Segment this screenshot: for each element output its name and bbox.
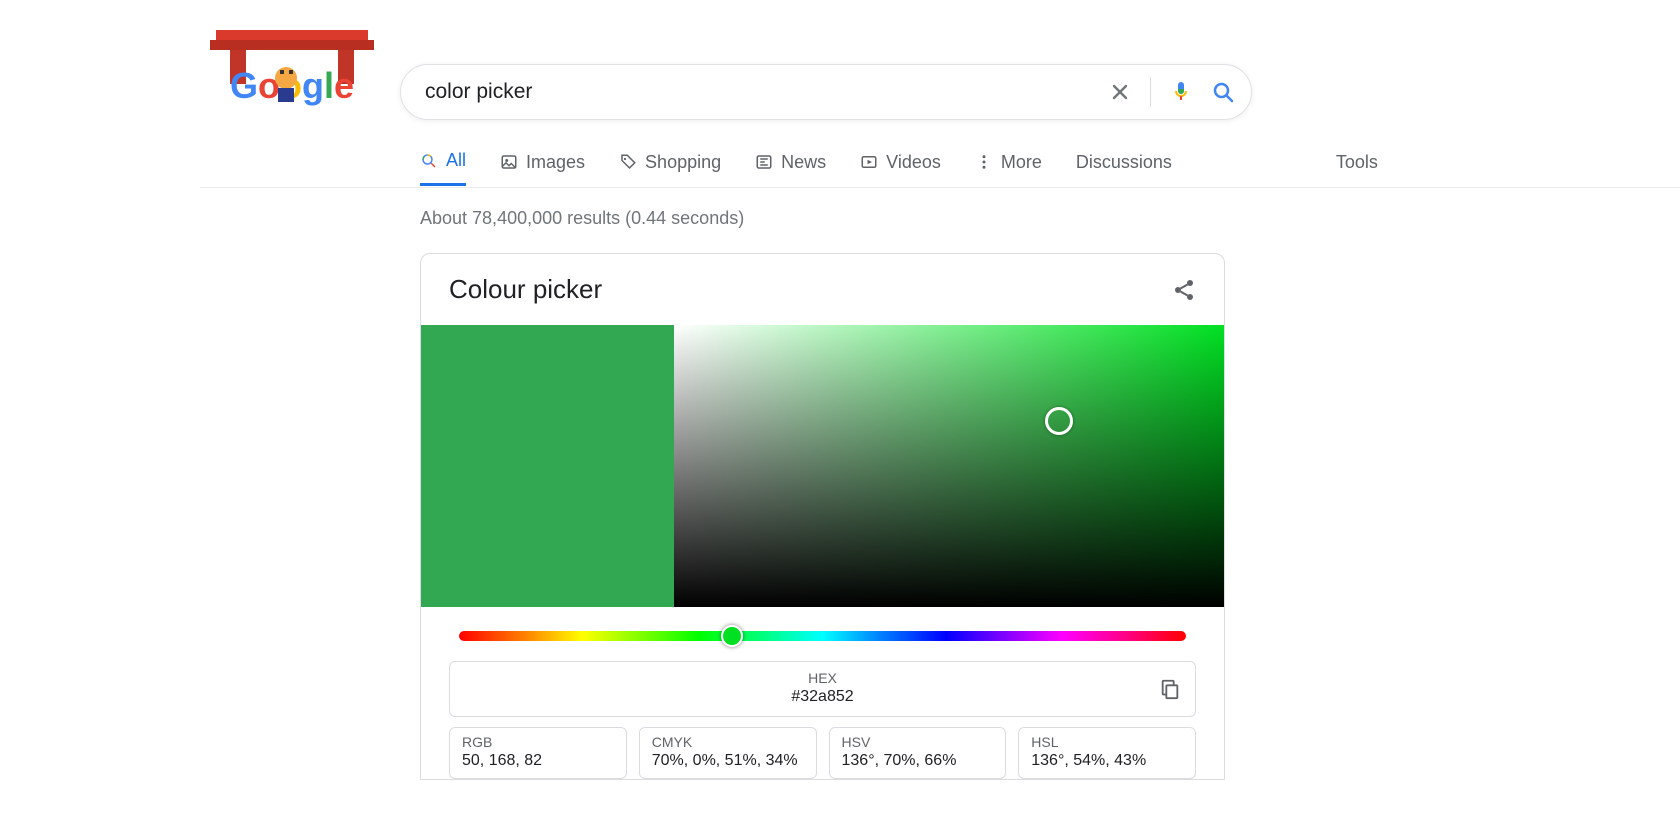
sv-handle[interactable] [1045,407,1073,435]
cmyk-field[interactable]: CMYK 70%, 0%, 51%, 34% [639,727,817,779]
hsl-label: HSL [1031,734,1183,750]
tab-all[interactable]: All [420,150,466,186]
hue-handle[interactable] [721,625,743,647]
rgb-field[interactable]: RGB 50, 168, 82 [449,727,627,779]
tag-icon [619,153,637,171]
divider [1150,77,1151,107]
tab-videos[interactable]: Videos [860,152,941,185]
tab-more[interactable]: More [975,152,1042,185]
tab-news[interactable]: News [755,152,826,185]
google-doodle-logo[interactable]: Google [195,25,395,115]
tab-label: Images [526,152,585,173]
rgb-value: 50, 168, 82 [462,752,614,770]
hsv-field[interactable]: HSV 136°, 70%, 66% [829,727,1007,779]
card-title: Colour picker [449,274,602,305]
color-swatch [421,325,674,607]
hsv-value: 136°, 70%, 66% [842,752,994,770]
image-icon [500,153,518,171]
rgb-label: RGB [462,734,614,750]
tab-label: News [781,152,826,173]
mic-icon[interactable] [1169,80,1193,104]
search-icon[interactable] [1211,80,1235,104]
search-small-icon [420,152,438,170]
share-icon[interactable] [1172,278,1196,302]
color-picker-card: Colour picker HEX #32a852 RGB 50, 168, 8… [420,253,1225,780]
video-icon [860,153,878,171]
tab-shopping[interactable]: Shopping [619,152,721,185]
search-tabs: All Images Shopping News Videos More Dis… [420,148,1680,188]
tab-label: Tools [1336,152,1378,173]
hex-label: HEX [464,670,1181,686]
tab-label: All [446,150,466,171]
news-icon [755,153,773,171]
saturation-value-area[interactable] [674,325,1224,607]
copy-icon[interactable] [1159,678,1181,700]
more-icon [975,153,993,171]
tab-images[interactable]: Images [500,152,585,185]
tab-label: Discussions [1076,152,1172,173]
result-stats: About 78,400,000 results (0.44 seconds) [420,208,1680,229]
hex-field[interactable]: HEX #32a852 [449,661,1196,717]
divider [200,187,1680,188]
cmyk-value: 70%, 0%, 51%, 34% [652,752,804,770]
tab-label: Videos [886,152,941,173]
hsl-field[interactable]: HSL 136°, 54%, 43% [1018,727,1196,779]
hsv-label: HSV [842,734,994,750]
hsl-value: 136°, 54%, 43% [1031,752,1183,770]
search-input[interactable] [425,80,1108,104]
tab-discussions[interactable]: Discussions [1076,152,1172,185]
search-bar [400,64,1252,120]
hex-value: #32a852 [464,688,1181,706]
tab-tools[interactable]: Tools [1336,152,1378,185]
tab-label: Shopping [645,152,721,173]
hue-slider[interactable] [459,631,1186,641]
cmyk-label: CMYK [652,734,804,750]
clear-icon[interactable] [1108,80,1132,104]
tab-label: More [1001,152,1042,173]
